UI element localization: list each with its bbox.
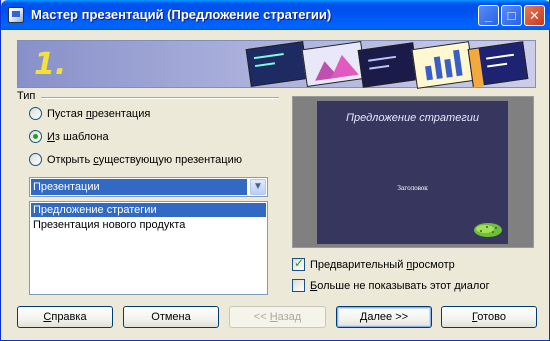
preview-slide-title: Предложение стратегии [346,112,479,124]
help-button[interactable]: Справка [17,306,113,328]
preview-slide: Предложение стратегии Заголовок [317,101,508,244]
title-bar[interactable]: Мастер презентаций (Предложение стратеги… [1,0,550,30]
wizard-banner: 1. [17,40,536,89]
radio-button[interactable] [29,153,42,166]
maximize-icon: □ [507,8,516,23]
banner-bar-chart-thumbnail [411,41,475,89]
radio-open-existing[interactable]: Открыть существующую презентацию [29,153,242,166]
banner-slide-thumbnail [357,42,419,88]
checkbox-label: Больше не показывать этот диалог [310,279,490,292]
app-icon [8,7,24,23]
minimize-button[interactable]: _ [478,5,499,26]
radio-empty-presentation[interactable]: Пустая презентация [29,107,150,120]
minimize-icon: _ [484,8,493,23]
radio-from-template[interactable]: Из шаблона [29,130,109,143]
chevron-down-icon[interactable]: ▼ [250,179,266,195]
list-item[interactable]: Предложение стратегии [31,203,266,217]
template-category-select[interactable]: Презентации ▼ [29,177,268,197]
banner-slide-thumbnail [245,41,309,87]
preview-checkbox[interactable] [292,256,305,271]
type-section-label: Тип [17,90,36,102]
preview-checkbox-row[interactable]: Предварительный просмотр [292,256,455,271]
maximize-button[interactable]: □ [501,5,522,26]
radio-label: Пустая презентация [47,107,151,120]
dont-show-checkbox[interactable] [292,279,305,292]
window-title: Мастер презентаций (Предложение стратеги… [31,7,332,22]
section-divider [41,97,279,99]
radio-label: Открыть существующую презентацию [47,153,242,166]
template-list[interactable]: Предложение стратегии Презентация нового… [29,201,268,295]
banner-slide-thumbnail [467,41,529,88]
banner-chart-thumbnail [301,41,367,87]
preview-slide-subtitle: Заголовок [397,185,428,192]
radio-label: Из шаблона [47,130,109,143]
finish-button[interactable]: Готово [441,306,537,328]
next-button[interactable]: Далее >> [336,306,432,328]
presentation-wizard-window: Мастер презентаций (Предложение стратеги… [0,0,550,341]
back-button[interactable]: << Назад [229,306,326,328]
step-number: 1. [34,47,67,82]
checkbox-label: Предварительный просмотр [310,258,455,271]
close-icon: ✕ [529,8,540,23]
preview-pane: Предложение стратегии Заголовок [292,96,534,248]
close-button[interactable]: ✕ [524,5,545,26]
dont-show-checkbox-row[interactable]: Больше не показывать этот диалог [292,279,490,292]
cancel-button[interactable]: Отмена [123,306,219,328]
list-item[interactable]: Презентация нового продукта [31,218,266,232]
leaf-decoration-icon [474,223,502,237]
select-value: Презентации [31,179,247,195]
radio-button[interactable] [29,130,42,143]
radio-button[interactable] [29,107,42,120]
